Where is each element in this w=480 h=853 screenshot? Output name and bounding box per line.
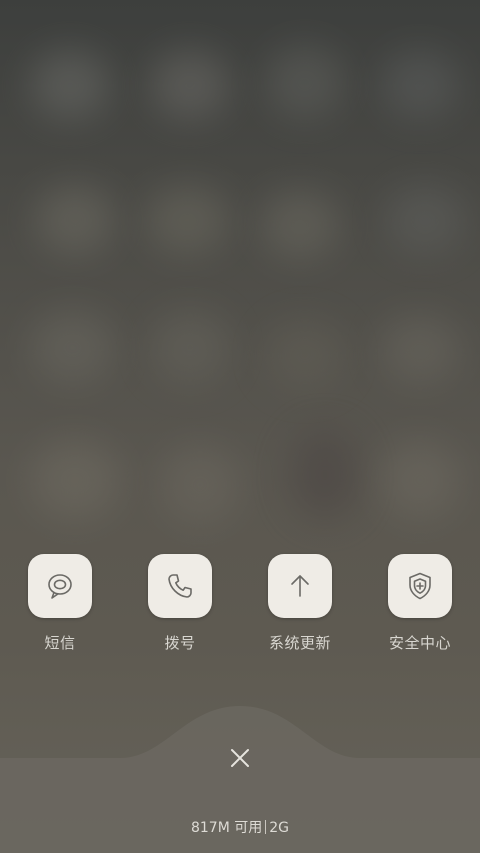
- network-type: 2G: [269, 820, 290, 836]
- memory-status: 817M 可用 2G: [0, 817, 480, 837]
- recent-app-system-update[interactable]: 系统更新: [240, 554, 360, 664]
- recent-app-security-center[interactable]: 安全中心: [360, 554, 480, 664]
- app-label: 短信: [44, 634, 76, 652]
- memory-available: 817M 可用: [190, 820, 263, 836]
- app-label: 系统更新: [268, 634, 331, 652]
- close-icon: [231, 749, 249, 767]
- app-label: 安全中心: [388, 634, 451, 652]
- separator: [265, 820, 267, 834]
- recent-apps-row: 短信 拨号 系统更新 安全中心: [0, 554, 480, 664]
- message-bubble-icon: [28, 554, 92, 618]
- arrow-up-icon: [268, 554, 332, 618]
- close-button[interactable]: [220, 738, 260, 778]
- recent-app-messages[interactable]: 短信: [0, 554, 120, 664]
- recent-app-dialer[interactable]: 拨号: [120, 554, 240, 664]
- bottom-panel: 817M 可用 2G: [0, 700, 480, 853]
- shield-plus-icon: [388, 554, 452, 618]
- app-label: 拨号: [164, 634, 196, 652]
- phone-icon: [148, 554, 212, 618]
